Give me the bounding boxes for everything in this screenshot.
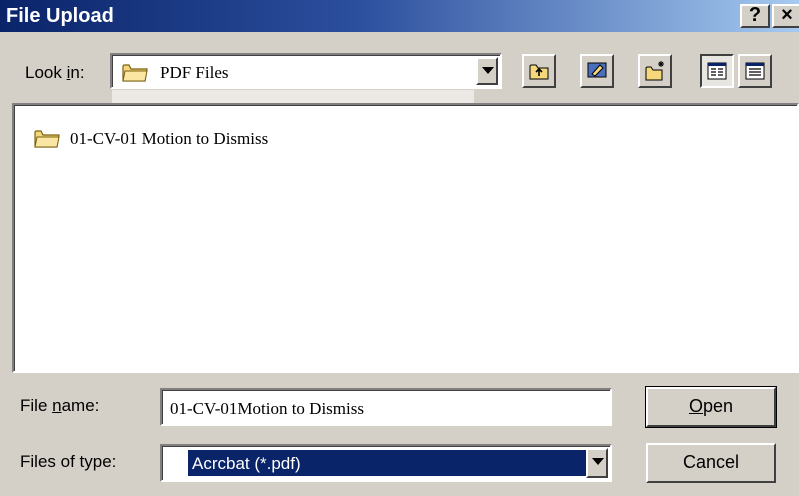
up-one-level-button[interactable] xyxy=(522,54,556,88)
list-view-icon xyxy=(707,62,727,80)
chevron-down-icon[interactable] xyxy=(476,57,498,85)
file-list[interactable]: 01-CV-01 Motion to Dismiss xyxy=(12,103,799,373)
file-name-label: File name: xyxy=(20,396,100,415)
window-title: File Upload xyxy=(6,5,114,27)
cancel-button[interactable]: Cancel xyxy=(646,443,776,483)
look-in-label: Look in: xyxy=(25,63,85,82)
look-in-dropdown[interactable]: PDF Files xyxy=(110,53,502,89)
file-type-value: Acrcbat (*.pdf) xyxy=(192,454,301,473)
folder-icon xyxy=(122,61,148,88)
file-type-label: Files of type: xyxy=(20,452,117,471)
new-folder-icon xyxy=(645,61,664,81)
look-in-value: PDF Files xyxy=(160,63,229,82)
close-button[interactable]: × xyxy=(772,4,799,28)
details-view-button[interactable] xyxy=(738,54,772,88)
chevron-down-icon[interactable] xyxy=(586,448,608,478)
dropdown-shadow xyxy=(112,90,474,104)
folder-icon xyxy=(34,127,60,154)
file-name-value: 01-CV-01Motion to Dismiss xyxy=(170,399,364,418)
up-folder-icon xyxy=(529,64,549,80)
go-to-desktop-button[interactable] xyxy=(580,54,614,88)
details-view-icon xyxy=(745,62,765,80)
title-bar[interactable]: File Upload ? × xyxy=(0,0,799,32)
new-folder-button[interactable] xyxy=(638,54,672,88)
file-name-input[interactable]: 01-CV-01Motion to Dismiss xyxy=(160,388,612,426)
list-view-button[interactable] xyxy=(700,54,734,88)
help-button[interactable]: ? xyxy=(740,4,770,28)
desktop-icon xyxy=(587,62,607,78)
open-button[interactable]: Open xyxy=(645,386,777,428)
list-item-label: 01-CV-01 Motion to Dismiss xyxy=(70,129,269,148)
file-type-dropdown[interactable]: Acrcbat (*.pdf) xyxy=(160,444,612,482)
